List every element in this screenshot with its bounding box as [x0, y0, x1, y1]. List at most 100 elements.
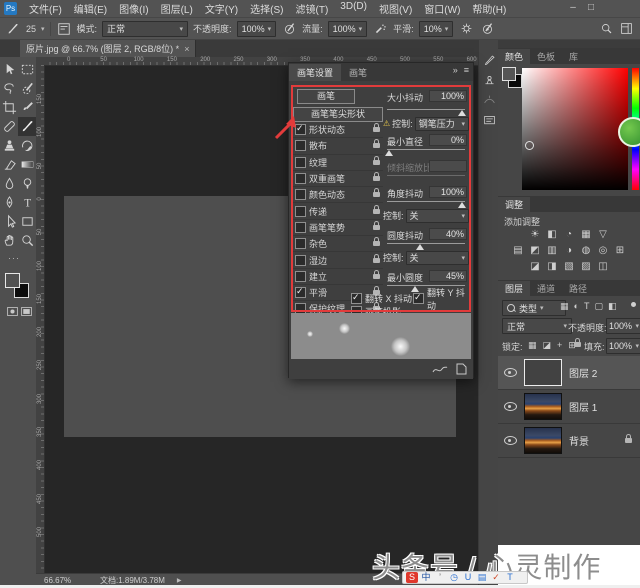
lock-option-icon[interactable]: +	[557, 340, 562, 351]
layer-thumbnail[interactable]	[524, 393, 562, 420]
input-method-icon[interactable]: T	[504, 572, 516, 583]
roundness-jitter-value[interactable]: 40%	[429, 228, 467, 240]
lock-icon[interactable]	[373, 241, 380, 246]
lock-icon[interactable]	[373, 258, 380, 263]
adjustment-icon[interactable]: ◔	[563, 229, 575, 240]
adjustment-icon[interactable]: ◫	[597, 261, 609, 272]
visibility-eye-icon[interactable]	[504, 402, 517, 411]
brush-option-row[interactable]: 杂色	[293, 236, 383, 252]
layers-panel-tab[interactable]: 图层	[498, 281, 530, 296]
brush-option-row[interactable]: 颜色动态	[293, 187, 383, 203]
collapse-panel-icon[interactable]: »	[453, 65, 458, 75]
angle-jitter-slider[interactable]	[387, 199, 465, 208]
pressure-size-icon[interactable]	[479, 21, 495, 37]
brush-tip-shape-item[interactable]: 画笔笔尖形状	[293, 107, 383, 122]
menu-item[interactable]: 3D(D)	[334, 1, 373, 16]
search-icon[interactable]	[598, 21, 614, 37]
color-panel-tab[interactable]: 颜色	[498, 49, 530, 64]
lock-option-icon[interactable]: ◪	[543, 340, 552, 351]
size-jitter-value[interactable]: 100%	[429, 90, 467, 102]
lock-icon[interactable]	[373, 192, 380, 197]
menu-item[interactable]: 编辑(E)	[68, 1, 113, 16]
menu-item[interactable]: 窗口(W)	[418, 1, 466, 16]
history-brush-tool[interactable]	[18, 136, 36, 155]
menu-item[interactable]: 视图(V)	[373, 1, 418, 16]
color-panel-tab[interactable]: 库	[562, 49, 585, 64]
layer-row[interactable]: 图层 2	[498, 356, 640, 390]
adjustment-icon[interactable]: ◎	[597, 245, 609, 256]
flip-y-checkbox[interactable]: 翻转 Y 抖动	[413, 293, 473, 304]
layer-filter-icon[interactable]: ◧	[608, 301, 617, 312]
lock-icon[interactable]	[373, 143, 380, 148]
saturation-brightness-field[interactable]	[522, 68, 628, 190]
input-method-icon[interactable]: ✓	[490, 572, 502, 583]
checkbox[interactable]	[295, 140, 306, 151]
panel-menu-icon[interactable]: ≡	[464, 65, 469, 75]
adjustment-icon[interactable]: ◑	[563, 245, 575, 256]
brush-option-row[interactable]: 建立	[293, 269, 383, 285]
panel-foreground-swatch[interactable]	[502, 67, 516, 81]
eraser-tool[interactable]	[0, 155, 18, 174]
opacity-select[interactable]: 100%▾	[237, 21, 277, 37]
layer-thumbnail[interactable]	[524, 359, 562, 386]
gear-icon[interactable]	[458, 21, 474, 37]
tab-brushes[interactable]: 画笔	[341, 64, 375, 81]
adjustment-icon[interactable]: ◪	[529, 261, 541, 272]
adjustment-icon[interactable]: ◧	[546, 229, 558, 240]
lock-all-icon[interactable]	[574, 342, 581, 347]
layers-panel-tab[interactable]: 路径	[562, 281, 594, 296]
layer-filter-icon[interactable]: ▢	[594, 301, 603, 312]
menu-item[interactable]: 文件(F)	[23, 1, 68, 16]
checkbox[interactable]	[295, 189, 306, 200]
input-method-icon[interactable]: 中	[420, 572, 432, 583]
menu-item[interactable]: 滤镜(T)	[290, 1, 335, 16]
menu-item[interactable]: 选择(S)	[244, 1, 289, 16]
angle-jitter-value[interactable]: 100%	[429, 186, 467, 198]
checkbox[interactable]	[295, 157, 306, 168]
quick-selection-tool[interactable]	[18, 79, 36, 98]
adjustment-icon[interactable]: ◍	[580, 245, 592, 256]
filter-pin-icon[interactable]	[631, 302, 636, 307]
hand-tool[interactable]	[0, 231, 18, 250]
marquee-tool[interactable]	[18, 60, 36, 79]
layers-panel-tab[interactable]: 通道	[530, 281, 562, 296]
maximize-button[interactable]: □	[582, 2, 600, 13]
new-brush-icon[interactable]	[456, 362, 467, 380]
visibility-eye-icon[interactable]	[504, 368, 517, 377]
layer-filter-icon[interactable]: T	[584, 301, 590, 312]
layer-opacity-select[interactable]: 100%▾	[606, 318, 640, 334]
blend-mode-select[interactable]: 正常▾	[102, 21, 188, 37]
menu-item[interactable]: 文字(Y)	[199, 1, 244, 16]
workspace-switcher-icon[interactable]	[618, 21, 634, 37]
min-diameter-slider[interactable]	[387, 147, 465, 156]
live-tip-preview-icon[interactable]	[432, 362, 448, 380]
dock-tool-presets-icon[interactable]	[481, 92, 497, 108]
lock-icon[interactable]	[373, 176, 380, 181]
layer-fill-select[interactable]: 100%▾	[606, 338, 640, 354]
brush-option-row[interactable]: 画笔笔势	[293, 220, 383, 236]
layer-row[interactable]: 图层 1	[498, 390, 640, 424]
adjustment-icon[interactable]: ◨	[546, 261, 558, 272]
brush-tool[interactable]	[18, 117, 36, 136]
blur-tool[interactable]	[0, 174, 18, 193]
layer-filter-icon[interactable]: ▦	[560, 301, 569, 312]
checkbox[interactable]	[295, 206, 306, 217]
visibility-eye-icon[interactable]	[504, 436, 517, 445]
type-tool[interactable]: T	[18, 193, 36, 212]
lock-icon[interactable]	[373, 274, 380, 279]
angle-control-select[interactable]: 关 ▾	[406, 209, 469, 223]
lock-option-icon[interactable]: ▦	[528, 340, 537, 351]
dock-clone-source-icon[interactable]	[481, 72, 497, 88]
zoom-tool[interactable]	[18, 231, 36, 250]
toggle-brush-panel-icon[interactable]	[56, 21, 72, 37]
minimize-button[interactable]: –	[564, 2, 582, 13]
close-icon[interactable]: ×	[184, 44, 189, 54]
smoothing-select[interactable]: 10%▾	[419, 21, 454, 37]
tab-brush-settings[interactable]: 画笔设置	[289, 64, 341, 81]
pen-tool[interactable]	[0, 193, 18, 212]
menu-item[interactable]: 帮助(H)	[466, 1, 512, 16]
min-roundness-value[interactable]: 45%	[429, 270, 467, 282]
gradient-tool[interactable]	[18, 155, 36, 174]
crop-tool[interactable]	[0, 98, 18, 117]
checkbox[interactable]	[295, 255, 306, 266]
